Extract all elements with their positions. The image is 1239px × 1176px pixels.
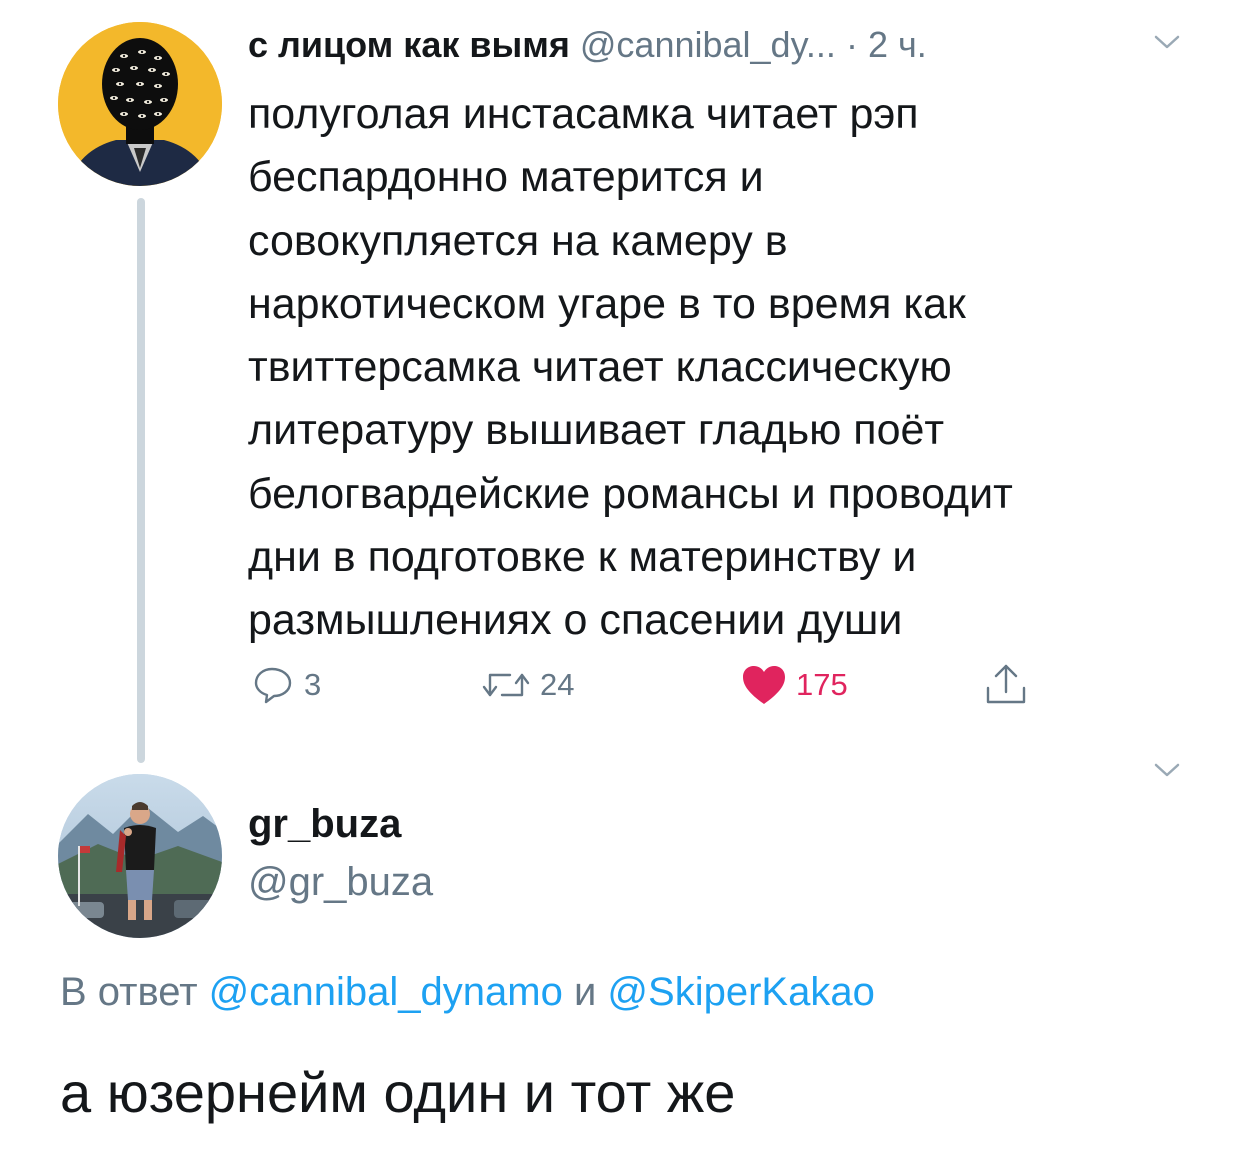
reply-bubble-icon: [254, 667, 292, 704]
parent-tweet-text: полуголая инстасамка читает рэп беспардо…: [248, 83, 1208, 653]
retweet-button[interactable]: 24: [480, 660, 574, 710]
retweet-icon: [482, 673, 530, 697]
reply-handle[interactable]: @gr_buza: [248, 858, 433, 906]
tweet-text-line: литературу вышивает гладью поёт: [248, 406, 945, 455]
share-icon: [986, 664, 1026, 704]
replying-to-joiner: и: [573, 970, 597, 1014]
parent-timestamp[interactable]: 2 ч.: [868, 24, 927, 65]
tweet-text-line: дни в подготовке к материнству и: [248, 533, 917, 582]
chevron-down-icon[interactable]: [1154, 34, 1180, 50]
reply-avatar[interactable]: [58, 774, 222, 938]
thread-connector-line: [137, 198, 145, 763]
avatar-eyes-face-icon: [58, 22, 222, 186]
reply-tweet-text: а юзернейм один и тот же: [60, 1061, 736, 1124]
replying-to-line: В ответ @cannibal_dynamo и @SkiperKakao: [60, 966, 875, 1018]
tweet-text-line: беспардонно матерится и: [248, 153, 764, 202]
tweet-text-line: наркотическом угаре в то время как: [248, 279, 966, 328]
like-count: 175: [796, 667, 848, 702]
retweet-count: 24: [540, 667, 575, 702]
replying-to-prefix: В ответ: [60, 970, 198, 1014]
mention-link[interactable]: @SkiperKakao: [607, 970, 874, 1014]
tweet-text-line: твиттерсамка читает классическую: [248, 343, 952, 392]
tweet-text-line: размышлениях о спасении души: [248, 596, 903, 645]
reply-count: 3: [304, 667, 322, 702]
parent-handle[interactable]: @cannibal_dy...: [580, 24, 836, 65]
tweet-text-line: совокупляется на камеру в: [248, 216, 788, 265]
like-button[interactable]: 175: [740, 660, 848, 710]
avatar-photo-icon: [58, 774, 222, 938]
heart-icon: [743, 666, 785, 704]
tweet-text-line: белогвардейские романсы и проводит: [248, 469, 1013, 518]
reply-button[interactable]: 3: [252, 660, 321, 710]
parent-display-name[interactable]: с лицом как вымя: [248, 24, 570, 65]
mention-link[interactable]: @cannibal_dynamo: [209, 970, 563, 1014]
chevron-down-icon[interactable]: [1154, 762, 1180, 778]
reply-display-name[interactable]: gr_buza: [248, 800, 401, 848]
header-separator: ·: [845, 24, 858, 65]
parent-tweet-header: с лицом как вымя @cannibal_dy... · 2 ч.: [248, 22, 927, 68]
parent-avatar[interactable]: [58, 22, 222, 186]
tweet-text-line: полуголая инстасамка читает рэп: [248, 90, 919, 138]
share-button[interactable]: [984, 660, 1028, 710]
